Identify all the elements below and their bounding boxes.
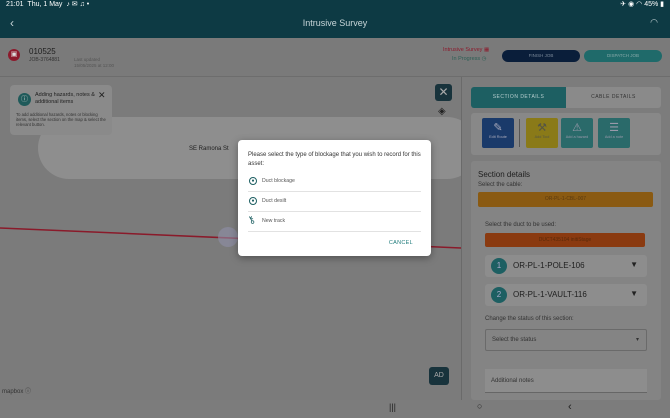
option-duct-desilt[interactable]: ● Duct desilt xyxy=(248,192,421,212)
add-note-button[interactable]: ☰ Add a note xyxy=(598,118,630,148)
pole-name: OR-PL-1-POLE-106 xyxy=(513,261,585,270)
street-label: SE Ramona St xyxy=(189,146,229,152)
hint-body: To add additional hazards, notes or bloc… xyxy=(16,112,106,127)
pole-name: OR-PL-1-VAULT-116 xyxy=(513,290,587,299)
select-duct-label: Select the duct to be used: xyxy=(485,222,557,228)
dialog-prompt: Please select the type of blockage that … xyxy=(248,152,421,167)
section-details: Section details Select the cable: OR-PL-… xyxy=(471,161,661,400)
info-icon[interactable]: ⓘ xyxy=(25,389,31,395)
survey-type: Intrusive Survey ▦ xyxy=(443,47,490,53)
edit-route-button[interactable]: ✎ Edit Route xyxy=(482,118,514,148)
divider xyxy=(519,119,520,147)
select-cable-label: Select the cable: xyxy=(478,182,523,188)
section-title: Section details xyxy=(478,170,531,179)
tab-section-details[interactable]: SECTION DETAILS xyxy=(471,87,566,108)
close-icon[interactable]: ✕ xyxy=(98,90,106,101)
notes-placeholder: Additional notes xyxy=(491,378,534,384)
recents-icon[interactable]: ||| xyxy=(389,402,396,412)
note-icon: ☰ xyxy=(609,122,619,134)
asset-badge-button[interactable]: AD xyxy=(429,367,449,385)
map-close-button[interactable]: ✕ xyxy=(435,84,452,101)
calendar-icon: ▦ xyxy=(483,47,490,53)
add-tool-button[interactable]: ⚒ Add Tool xyxy=(526,118,558,148)
option-duct-blockage[interactable]: ● Duct blockage xyxy=(248,172,421,192)
cable-select-button[interactable]: OR-PL-1-CBL-007 xyxy=(478,192,653,207)
chevron-down-icon: ▼ xyxy=(630,260,638,269)
page-title: Intrusive Survey xyxy=(302,18,368,28)
back-nav-icon[interactable]: ‹ xyxy=(568,401,572,413)
status-select[interactable]: Select the status ▾ xyxy=(485,329,647,351)
panel-tabs: SECTION DETAILS CABLE DETAILS xyxy=(471,87,661,108)
hint-title: Adding hazards, notes & additional items xyxy=(35,92,95,105)
duct-select-button[interactable]: DUCT435104 initiStage xyxy=(485,233,645,247)
add-hazard-button[interactable]: ⚠ Add a hazard xyxy=(561,118,593,148)
chevron-down-icon: ▾ xyxy=(635,337,639,343)
pole-dropdown-1[interactable]: 1 OR-PL-1-POLE-106 ▼ xyxy=(485,255,647,277)
layers-icon[interactable]: ◈ xyxy=(438,106,446,117)
finish-job-button[interactable]: FINISH JOB xyxy=(502,50,580,62)
warning-icon: ⚠ xyxy=(572,122,582,134)
option-new-track[interactable]: ⚷ New track xyxy=(245,212,421,232)
clock-icon: ◷ xyxy=(481,56,487,62)
pole-dropdown-2[interactable]: 2 OR-PL-1-VAULT-116 ▼ xyxy=(485,284,647,306)
status-time-date: 21:01 Thu, 1 May ♪ ✉ ♫ • xyxy=(6,1,90,8)
title-bar: ‹ Intrusive Survey ◠ xyxy=(0,10,670,38)
mapbox-logo: mapbox ⓘ xyxy=(2,389,32,395)
job-header: ▣ 010525 JOB-3764881 Last updated 15/05/… xyxy=(0,38,670,77)
route-node[interactable] xyxy=(218,227,238,247)
status-battery: ✈ ◉ ◠ 45% ▮ xyxy=(620,1,664,8)
pencil-icon: ✎ xyxy=(493,122,503,134)
cancel-button[interactable]: CANCEL xyxy=(389,240,413,246)
status-placeholder: Select the status xyxy=(492,337,537,343)
asset-icon: ▣ xyxy=(8,49,20,61)
wifi-icon: ◠ xyxy=(650,17,658,27)
section-panel: SECTION DETAILS CABLE DETAILS ✎ Edit Rout… xyxy=(461,77,670,400)
blockage-type-dialog: Please select the type of blockage that … xyxy=(238,140,431,256)
home-icon[interactable]: ○ xyxy=(477,401,482,411)
survey-status: In Progress ◷ xyxy=(452,56,487,62)
status-bar: 21:01 Thu, 1 May ♪ ✉ ♫ • ✈ ◉ ◠ 45% ▮ xyxy=(0,0,670,10)
user-icon: ● xyxy=(249,197,257,205)
action-buttons: ✎ Edit Route ⚒ Add Tool ⚠ Add a hazard ☰ Add… xyxy=(471,113,661,155)
asset-id: 010525 xyxy=(29,47,56,56)
user-icon: ● xyxy=(249,177,257,185)
info-icon: ⓘ xyxy=(18,93,31,106)
tool-icon: ⚒ xyxy=(537,122,547,134)
hint-card: ⓘ Adding hazards, notes & additional ite… xyxy=(10,85,112,135)
last-updated: Last updated 15/05/2025 at 12:00 xyxy=(74,57,115,68)
status-label: Change the status of this section: xyxy=(485,316,574,322)
dispatch-job-button[interactable]: DISPATCH JOB xyxy=(584,50,662,62)
job-reference: JOB-3764881 xyxy=(29,57,60,63)
tab-cable-details[interactable]: CABLE DETAILS xyxy=(566,87,661,108)
pole-number: 1 xyxy=(491,258,507,274)
chevron-down-icon: ▼ xyxy=(630,289,638,298)
pole-number: 2 xyxy=(491,287,507,303)
system-nav-bar: ||| ○ ‹ xyxy=(0,400,670,418)
key-icon: ⚷ xyxy=(245,213,258,228)
additional-notes-field[interactable]: Additional notes xyxy=(485,369,647,393)
